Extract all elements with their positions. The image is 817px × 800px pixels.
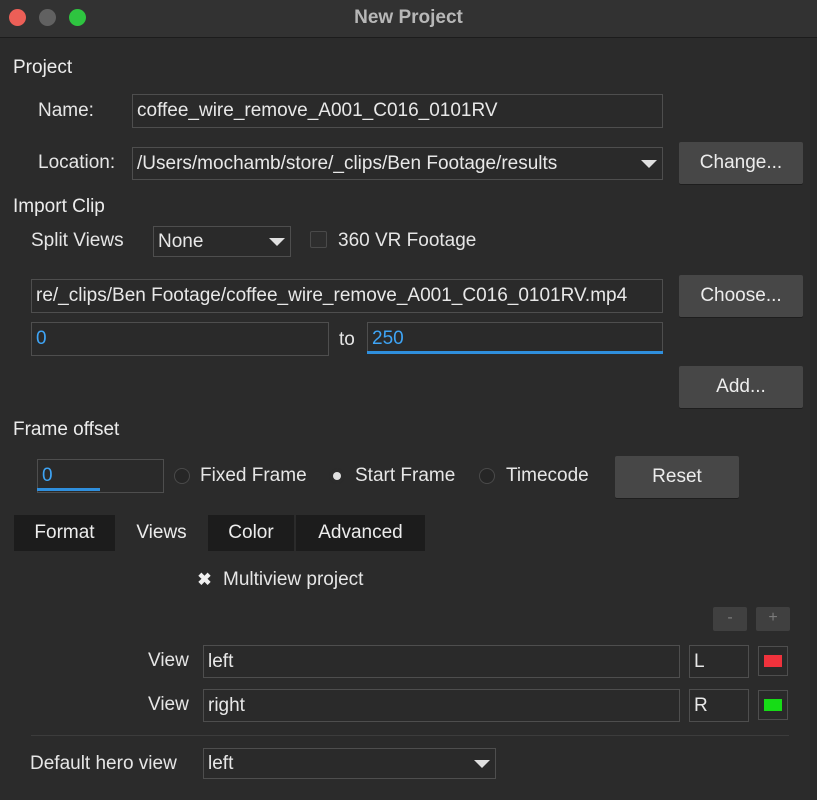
view-name-field[interactable]: left: [203, 645, 680, 678]
view-short-field[interactable]: L: [689, 645, 749, 678]
vr-footage-label: 360 VR Footage: [338, 230, 477, 251]
name-label: Name:: [38, 100, 94, 121]
frame-offset-focus-underline: [37, 488, 100, 491]
import-clip-heading: Import Clip: [13, 196, 105, 217]
add-view-button[interactable]: +: [756, 607, 790, 631]
split-views-value: None: [158, 231, 204, 252]
choose-clip-button[interactable]: Choose...: [679, 275, 803, 317]
multiview-checkbox[interactable]: ✖: [196, 571, 213, 588]
tab-views[interactable]: Views: [117, 515, 206, 551]
add-clip-button[interactable]: Add...: [679, 366, 803, 408]
vr-footage-checkbox[interactable]: [310, 231, 327, 248]
default-hero-view-combobox[interactable]: left: [203, 748, 496, 779]
window-title: New Project: [354, 7, 463, 28]
view-color-swatch: [764, 655, 782, 667]
view-short-field[interactable]: R: [689, 689, 749, 722]
range-to-label: to: [339, 329, 355, 350]
remove-view-button[interactable]: -: [713, 607, 747, 631]
fixed-frame-radio[interactable]: [174, 468, 190, 484]
view-color-swatch: [764, 699, 782, 711]
location-value: /Users/mochamb/store/_clips/Ben Footage/…: [137, 153, 558, 174]
location-label: Location:: [38, 152, 116, 173]
default-hero-view-label: Default hero view: [30, 753, 177, 774]
start-frame-selected-dot: [333, 472, 341, 480]
view-color-picker[interactable]: [758, 690, 788, 720]
split-views-label: Split Views: [31, 230, 124, 251]
view-row-label: View: [148, 650, 189, 671]
start-frame-label: Start Frame: [355, 465, 456, 486]
split-views-dropdown-icon[interactable]: [269, 238, 285, 246]
range-end-focus-underline: [367, 351, 663, 354]
fixed-frame-label: Fixed Frame: [200, 465, 307, 486]
default-hero-view-dropdown-icon[interactable]: [474, 760, 490, 768]
tab-color[interactable]: Color: [208, 515, 294, 551]
range-end-field[interactable]: 250: [367, 322, 663, 354]
view-name-field[interactable]: right: [203, 689, 680, 722]
tab-advanced[interactable]: Advanced: [296, 515, 425, 551]
name-field[interactable]: coffee_wire_remove_A001_C016_0101RV: [132, 94, 663, 128]
view-color-picker[interactable]: [758, 646, 788, 676]
clip-path-field[interactable]: re/_clips/Ben Footage/coffee_wire_remove…: [31, 279, 663, 313]
view-row-label: View: [148, 694, 189, 715]
range-start-field[interactable]: 0: [31, 322, 329, 356]
frame-offset-heading: Frame offset: [13, 419, 120, 440]
timecode-radio[interactable]: [479, 468, 495, 484]
timecode-label: Timecode: [506, 465, 589, 486]
reset-button[interactable]: Reset: [615, 456, 739, 498]
location-combobox[interactable]: /Users/mochamb/store/_clips/Ben Footage/…: [132, 147, 663, 180]
project-heading: Project: [13, 57, 73, 78]
tab-format[interactable]: Format: [14, 515, 115, 551]
location-dropdown-icon[interactable]: [641, 160, 657, 168]
change-location-button[interactable]: Change...: [679, 142, 803, 184]
multiview-label: Multiview project: [223, 569, 364, 590]
default-hero-view-value: left: [208, 753, 234, 774]
divider: [31, 735, 789, 736]
